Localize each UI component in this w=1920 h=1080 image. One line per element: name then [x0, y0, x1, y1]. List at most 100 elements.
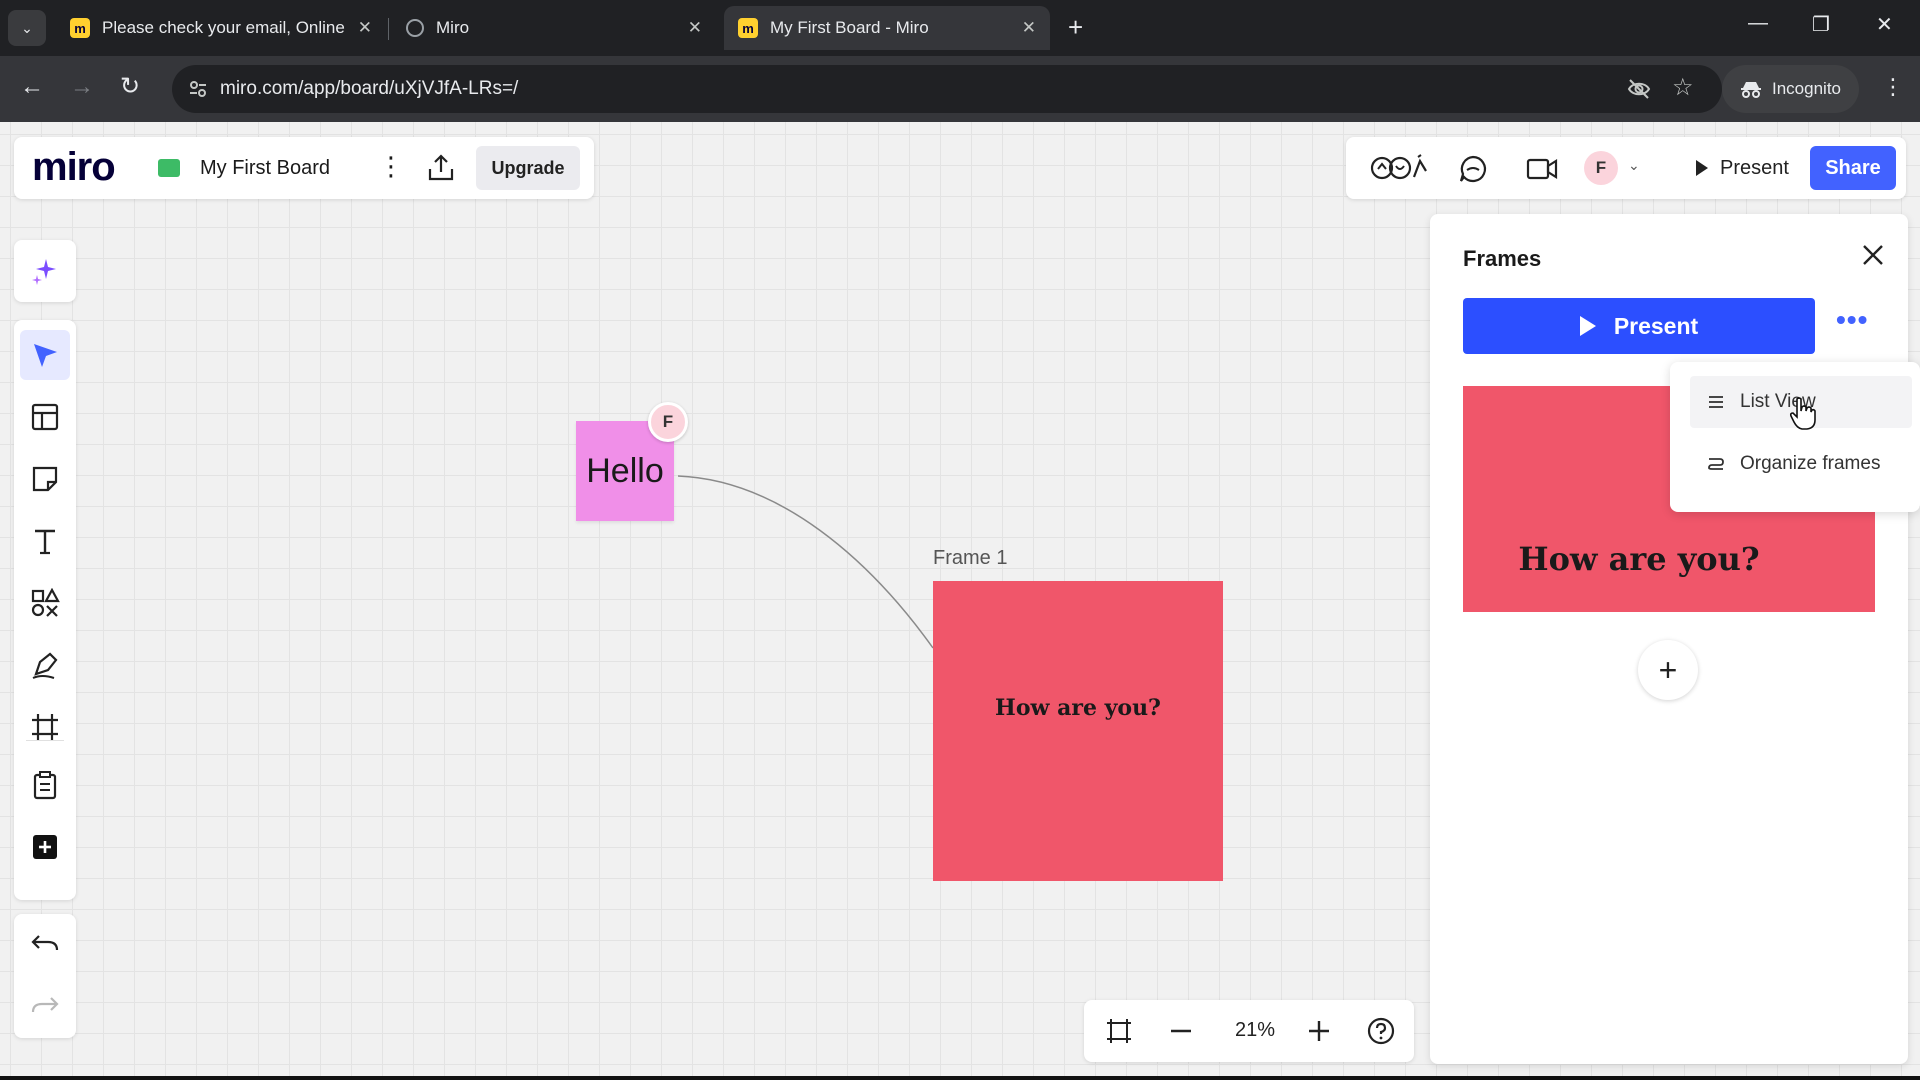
frames-panel-title: Frames	[1463, 246, 1542, 271]
zoom-level[interactable]: 21%	[1224, 1019, 1286, 1042]
templates-tool[interactable]	[20, 392, 70, 442]
comment-icon[interactable]	[1458, 154, 1488, 184]
menu-item-label: Organize frames	[1740, 453, 1881, 474]
miro-logo[interactable]: miro	[32, 145, 116, 190]
chevron-down-icon[interactable]: ⌄	[1628, 157, 1640, 174]
ai-assist-card	[14, 240, 76, 302]
board-notes-tool[interactable]	[20, 760, 70, 810]
undo-button[interactable]	[20, 920, 70, 970]
upgrade-button[interactable]: Upgrade	[476, 146, 580, 190]
cursor-arrow-icon	[34, 344, 57, 367]
incognito-label: Incognito	[1772, 79, 1841, 98]
board-header: miro My First Board ⋮ Upgrade	[14, 137, 594, 199]
tab-title: Miro	[436, 18, 470, 37]
present-label: Present	[1720, 156, 1789, 179]
export-icon[interactable]	[426, 153, 456, 183]
shapes-icon	[31, 588, 60, 617]
clipboard-icon	[33, 771, 57, 800]
restore-window-icon[interactable]: ❐	[1812, 12, 1830, 37]
tab-title: Please check your email, Online	[102, 18, 345, 37]
toolbar-divider	[26, 740, 64, 741]
new-tab-button[interactable]: +	[1068, 14, 1083, 40]
undo-icon	[31, 935, 59, 951]
history-toolbar	[14, 914, 76, 1038]
sticky-note-tool[interactable]	[20, 454, 70, 504]
frame-text[interactable]: How are you?	[933, 695, 1183, 721]
frame-tool[interactable]	[20, 702, 70, 752]
collaborator-cursor-badge: F	[648, 402, 688, 442]
miro-favicon-icon: m	[738, 18, 758, 38]
organize-icon	[1708, 458, 1724, 470]
zoom-out-icon[interactable]	[1166, 1016, 1196, 1046]
plus-square-icon	[33, 835, 57, 859]
present-label: Present	[1613, 312, 1699, 339]
tab-title: My First Board - Miro	[770, 18, 929, 37]
browser-tab-bar: ⌄ m Please check your email, Online ✕ Mi…	[0, 0, 1920, 56]
collaborator-initial: F	[662, 412, 674, 431]
share-button[interactable]: Share	[1810, 146, 1896, 190]
screen-bottom-edge	[0, 1076, 1920, 1080]
present-button[interactable]: Present	[1682, 146, 1803, 190]
incognito-indicator[interactable]: Incognito	[1722, 65, 1859, 113]
list-icon	[1709, 396, 1723, 408]
bookmark-star-icon[interactable]: ☆	[1672, 73, 1694, 102]
eye-off-icon[interactable]	[1626, 76, 1652, 102]
more-tools-button[interactable]	[20, 822, 70, 872]
shapes-tool[interactable]	[20, 578, 70, 628]
close-tab-icon[interactable]: ✕	[358, 18, 372, 38]
pen-tool[interactable]	[20, 640, 70, 690]
user-avatar[interactable]: F	[1584, 151, 1618, 185]
globe-icon	[406, 19, 424, 37]
hand-pointer-icon	[1789, 397, 1816, 430]
frame-thumbnail-text: How are you?	[1518, 540, 1760, 578]
board-menu-icon[interactable]: ⋮	[378, 151, 404, 181]
tab-search-button[interactable]: ⌄	[8, 10, 46, 46]
miro-favicon-icon: m	[70, 18, 90, 38]
site-settings-icon[interactable]	[188, 79, 208, 99]
board-name[interactable]: My First Board	[200, 157, 330, 180]
fit-to-screen-icon[interactable]	[1104, 1016, 1134, 1046]
frames-present-button[interactable]: Present	[1463, 298, 1815, 354]
url-text[interactable]: miro.com/app/board/uXjVJfA-LRs=/	[220, 78, 518, 100]
more-options-icon[interactable]: •••	[1836, 306, 1868, 334]
close-window-icon[interactable]: ✕	[1876, 12, 1893, 37]
creation-toolbar	[14, 320, 76, 900]
redo-icon	[31, 997, 59, 1013]
frame-label[interactable]: Frame 1	[933, 547, 1007, 570]
chevron-down-icon: ⌄	[21, 19, 33, 36]
redo-button[interactable]	[20, 982, 70, 1032]
templates-icon	[31, 403, 59, 431]
forward-arrow-icon[interactable]: →	[70, 73, 94, 101]
browser-tab-email[interactable]: m Please check your email, Online ✕	[56, 6, 386, 50]
frames-panel: Frames Present ••• How are you? +	[1430, 214, 1908, 1064]
add-frame-button[interactable]: +	[1638, 640, 1698, 700]
select-tool[interactable]	[20, 330, 70, 380]
browser-menu-icon[interactable]: ⋮	[1882, 74, 1904, 100]
reactions-icon[interactable]	[1368, 153, 1430, 183]
collaboration-toolbar: F ⌄ Present Share	[1346, 137, 1906, 199]
frame-1[interactable]: How are you?	[933, 581, 1223, 881]
play-icon	[1696, 160, 1708, 176]
help-icon[interactable]	[1366, 1016, 1396, 1046]
play-icon	[1579, 316, 1596, 336]
avatar-initial: F	[1595, 158, 1607, 177]
menu-item-organize-frames[interactable]: Organize frames	[1690, 438, 1912, 490]
back-arrow-icon[interactable]: ←	[20, 73, 44, 101]
close-icon[interactable]	[1860, 242, 1886, 268]
minimize-window-icon[interactable]: —	[1748, 12, 1768, 35]
reload-icon[interactable]: ↻	[120, 73, 140, 101]
browser-tab-my-first-board[interactable]: m My First Board - Miro ✕	[724, 6, 1050, 50]
browser-tab-miro[interactable]: Miro ✕	[392, 6, 716, 50]
zoom-in-icon[interactable]	[1304, 1016, 1334, 1046]
sticky-note-text: Hello	[586, 451, 664, 490]
board-icon	[158, 159, 180, 177]
sparkle-ai-icon[interactable]	[30, 256, 60, 286]
frame-icon	[32, 714, 58, 740]
video-call-icon[interactable]	[1526, 154, 1558, 184]
close-tab-icon[interactable]: ✕	[1022, 18, 1036, 38]
text-tool[interactable]	[20, 516, 70, 566]
close-tab-icon[interactable]: ✕	[688, 18, 702, 38]
address-bar[interactable]: miro.com/app/board/uXjVJfA-LRs=/ ☆	[172, 65, 1722, 113]
frames-options-menu: List View Organize frames	[1670, 362, 1920, 512]
sticky-note-icon	[32, 466, 58, 492]
